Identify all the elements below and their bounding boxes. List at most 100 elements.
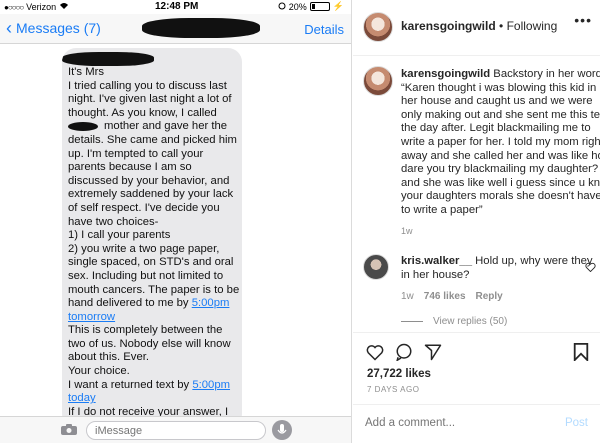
message-line-text: I tried calling you to discuss last [68, 79, 227, 92]
post-caption: karensgoingwild Backstory in her words: “… [401, 68, 600, 218]
caption-line: only making out and she sent me this tex… [401, 109, 600, 123]
message-line-text: parents because I am so [68, 161, 192, 174]
caption-timestamp: 1w [401, 226, 413, 236]
post-likes-count[interactable]: 27,722 likes [367, 368, 431, 380]
post-comment-button[interactable]: Post [565, 417, 588, 429]
caption-line: away and she called her and was like how [401, 150, 600, 164]
message-line: details. She came and picked him [68, 134, 242, 148]
caption-line: “Karen thought i was blowing this kid in [401, 82, 596, 96]
commenter-username[interactable]: kris.walker__ [401, 255, 472, 267]
message-line-text: hand delivered to me by [68, 297, 192, 310]
message-line-text: thought. As you know, I called [68, 106, 217, 119]
signal-dots-icon: ●○○○○ [4, 2, 24, 12]
message-line-text: I want a returned text by [68, 378, 193, 391]
message-line: 2) you write a two page paper, [68, 243, 242, 257]
caption-line: dare you try blackmailing my daughter? [401, 163, 599, 177]
message-line: two of us. Nobody else will know [68, 338, 242, 352]
bookmark-icon[interactable] [573, 343, 591, 363]
post-actions-bar [353, 332, 600, 368]
comment-time: 1w [401, 291, 414, 302]
imessage-input[interactable] [86, 421, 266, 440]
message-line-text: This is completely between the [68, 324, 223, 337]
message-line: about this. Ever. [68, 351, 242, 365]
commenter-avatar[interactable] [363, 254, 389, 280]
message-line: mother and gave her the [68, 120, 242, 134]
comment-meta: 1w 746 likes Reply [401, 291, 503, 302]
battery-percent: 20% [288, 1, 307, 12]
message-line: single spaced, on STD's and oral [68, 256, 242, 270]
header-user-line: karensgoingwild • Following [401, 19, 557, 33]
avatar[interactable] [363, 12, 393, 42]
camera-icon[interactable] [60, 423, 78, 436]
message-line-text: Your choice. [68, 365, 130, 378]
caption-line-text: and she was like well i guess since u kn… [401, 176, 600, 189]
microphone-icon[interactable] [272, 420, 292, 440]
message-line: I tried calling you to discuss last [68, 80, 242, 94]
message-line-text: have two choices- [68, 215, 159, 228]
caption-line: to write a paper” [401, 204, 596, 218]
message-line: discussed by your behavior, and [68, 175, 242, 189]
caption-line: her house and caught us and we were [401, 95, 596, 109]
comment-icon[interactable] [395, 343, 413, 362]
message-line-text: up. I'm tempted to call your [68, 147, 204, 160]
received-message-bubble: It's Mrs I tried calling you to discuss l… [62, 48, 242, 428]
message-datetime-link[interactable]: 5:00pm [192, 297, 230, 309]
view-replies-button[interactable]: View replies (50) [401, 316, 507, 327]
message-line-text: discussed by your behavior, and [68, 174, 230, 187]
message-line: of self respect. I've decide you [68, 202, 242, 216]
redacted-contact-name [142, 18, 260, 38]
header-username[interactable]: karensgoingwild [401, 19, 496, 33]
status-bar: ●○○○○ Verizon 12:48 PM 20% ⚡ [0, 0, 351, 14]
add-comment-bar: Post [353, 404, 600, 443]
caption-line-text: dare you try blackmailing my daughter? [401, 163, 599, 176]
battery-level [311, 4, 315, 9]
message-line: extremely saddened by your lack [68, 188, 242, 202]
reply-button[interactable]: Reply [476, 291, 503, 302]
message-line: I want a returned text by 5:00pm [68, 379, 242, 393]
caption-line-text: your daughters morals she doesn't have [401, 190, 600, 203]
status-time: 12:48 PM [155, 1, 199, 12]
caption-username[interactable]: karensgoingwild [401, 68, 490, 80]
caption-avatar[interactable] [363, 66, 393, 96]
caption-line-text: the day after. Legit blackmailing me to [401, 122, 591, 135]
comment-like-heart-icon[interactable] [585, 262, 596, 275]
message-line: have two choices- [68, 216, 242, 230]
battery-icon [309, 2, 330, 11]
post-header: karensgoingwild • Following ••• [353, 0, 600, 56]
wifi-icon [59, 2, 69, 12]
message-datetime-link[interactable]: today [68, 392, 96, 404]
message-datetime-link[interactable]: tomorrow [68, 311, 115, 323]
back-button[interactable]: ‹ Messages (7) [6, 19, 101, 37]
comment-line-text: in her house? [401, 268, 470, 281]
message-line-text: night. I've given last night a lot of [68, 93, 232, 106]
caption-line-text: her house and caught us and we were [401, 95, 593, 108]
caption-line: the day after. Legit blackmailing me to [401, 122, 596, 136]
message-line-text: 1) I call your parents [68, 229, 171, 242]
caption-line: your daughters morals she doesn't have [401, 190, 600, 204]
add-comment-input[interactable] [365, 417, 545, 429]
comment-likes[interactable]: 746 likes [424, 291, 466, 302]
message-line: This is completely between the [68, 324, 242, 338]
message-line-text: sex. Including but not limited to [68, 269, 224, 282]
like-heart-icon[interactable] [366, 343, 384, 361]
message-line-text: details. She came and picked him [68, 133, 237, 146]
message-line-text: single spaced, on STD's and oral [68, 256, 234, 269]
message-line-text: It's Mrs [68, 66, 105, 78]
back-label: Messages (7) [16, 20, 101, 36]
message-line: tomorrow [68, 311, 242, 325]
share-icon[interactable] [424, 343, 442, 361]
message-line-text: mouth cancers. The paper is to be [68, 283, 240, 296]
message-line: It's Mrs [68, 66, 242, 80]
conversation-navbar: ‹ Messages (7) Details [0, 14, 351, 44]
caption-line-text: Backstory in her words: [490, 68, 600, 80]
message-line-text: extremely saddened by your lack [68, 188, 234, 201]
details-button[interactable]: Details [304, 22, 344, 37]
more-options-icon[interactable]: ••• [574, 12, 592, 28]
comment-line: kris.walker__ Hold up, why were they [401, 255, 593, 269]
follow-status[interactable]: Following [507, 19, 558, 33]
comment-line-text: Hold up, why were they [471, 255, 593, 267]
message-datetime-link[interactable]: 5:00pm [192, 379, 230, 391]
imessage-screenshot: ●○○○○ Verizon 12:48 PM 20% ⚡ ‹ Messages … [0, 0, 352, 443]
message-line: thought. As you know, I called [68, 107, 242, 121]
message-line-text: mother and gave her the [104, 120, 228, 133]
